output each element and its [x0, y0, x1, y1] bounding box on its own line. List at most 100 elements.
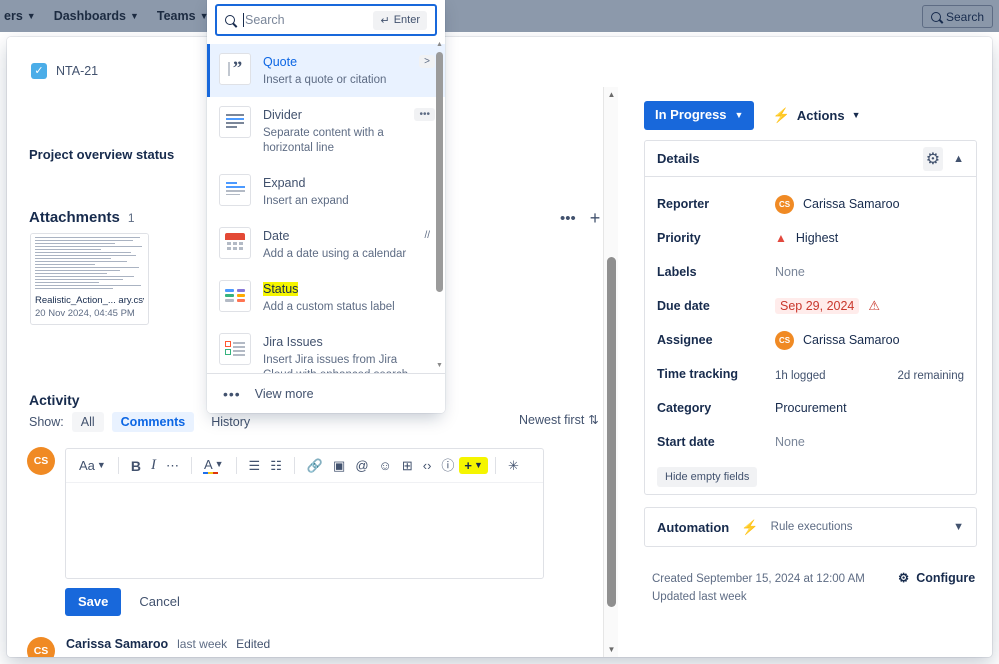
issue-type-check-icon: ✓ — [31, 63, 47, 79]
emoji-button[interactable]: ☺ — [374, 457, 397, 474]
main-scrollbar[interactable]: ▲ ▼ — [603, 87, 618, 657]
chevron-up-icon[interactable]: ▲ — [953, 153, 964, 165]
menu-item-title: Expand — [263, 176, 305, 190]
field-label: Reporter — [657, 197, 775, 211]
insert-menu-scrollbar[interactable]: ▲ ▼ — [435, 40, 444, 370]
quote-icon: ” — [219, 53, 251, 85]
field-due-date: Due date Sep 29, 2024 ⚠ — [657, 289, 964, 323]
menu-item-date[interactable]: Date Add a date using a calendar // — [207, 218, 445, 271]
scrollbar-thumb[interactable] — [607, 257, 616, 607]
text-style-button[interactable]: Aa ▼ — [74, 457, 111, 474]
scroll-up-arrow-icon[interactable]: ▲ — [435, 40, 444, 49]
menu-item-divider[interactable]: Divider Separate content with a horizont… — [207, 97, 445, 165]
jira-issues-icon — [219, 333, 251, 365]
menu-item-description: Add a date using a calendar — [263, 247, 407, 262]
nav-item-dashboards[interactable]: Dashboards ▼ — [45, 9, 148, 23]
status-label: In Progress — [655, 108, 727, 123]
activity-filter-history[interactable]: History — [202, 412, 259, 432]
field-value[interactable]: CS Carissa Samaroo — [775, 195, 900, 214]
nav-item-2-label: Teams — [157, 9, 196, 23]
scrollbar-thumb[interactable] — [436, 52, 443, 292]
text-color-label: A — [204, 458, 213, 471]
field-value[interactable]: None — [775, 435, 805, 449]
field-value[interactable]: Procurement — [775, 401, 847, 415]
field-assignee: Assignee CS Carissa Samaroo — [657, 323, 964, 357]
numbered-list-button[interactable]: ☷ — [265, 457, 287, 474]
configure-button[interactable]: ⚙ Configure — [898, 570, 975, 585]
scroll-up-arrow-icon[interactable]: ▲ — [604, 87, 619, 102]
activity-filter-comments[interactable]: Comments — [112, 412, 195, 432]
insert-menu-footer[interactable]: ••• View more — [207, 373, 445, 413]
clean-formatting-button[interactable]: ✳ — [503, 457, 524, 474]
divider — [191, 457, 192, 474]
menu-item-status[interactable]: Status Add a custom status label — [207, 271, 445, 324]
bold-button[interactable]: B — [126, 457, 146, 475]
info-panel-button[interactable]: ⓘ — [436, 457, 459, 474]
time-tracking-widget[interactable]: 1h logged 2d remaining — [775, 366, 964, 382]
menu-item-description: Insert an expand — [263, 194, 413, 209]
save-button[interactable]: Save — [65, 588, 121, 616]
status-icon — [219, 280, 251, 312]
search-input[interactable]: Search — [243, 13, 365, 27]
menu-item-description: Add a custom status label — [263, 300, 413, 315]
menu-item-expand[interactable]: Expand Insert an expand — [207, 165, 445, 218]
cancel-button[interactable]: Cancel — [135, 588, 183, 615]
scroll-down-arrow-icon[interactable]: ▼ — [435, 361, 444, 370]
automation-card[interactable]: Automation ⚡ Rule executions ▼ — [644, 507, 977, 547]
automation-title: Automation — [657, 520, 729, 535]
insert-menu-search[interactable]: Search ↵ Enter — [215, 4, 437, 36]
table-button[interactable]: ⊞ — [397, 457, 418, 474]
date-icon — [219, 227, 251, 259]
attachments-count: 1 — [128, 211, 135, 225]
scroll-down-arrow-icon[interactable]: ▼ — [604, 642, 619, 657]
breadcrumb[interactable]: ✓ NTA-21 — [31, 63, 98, 79]
mention-button[interactable]: @ — [350, 457, 373, 474]
more-formatting-button[interactable]: ⋯ — [161, 457, 184, 474]
attachments-more-icon[interactable]: ••• — [560, 211, 576, 226]
field-value[interactable]: CS Carissa Samaroo — [775, 331, 900, 350]
field-value[interactable]: ▲ Highest — [775, 231, 838, 245]
global-search-box[interactable]: Search — [922, 5, 993, 28]
details-card-header: Details ⚙ ▲ — [645, 141, 976, 177]
enter-shortcut-chip: ↵ Enter — [373, 11, 427, 30]
updated-text: Updated last week — [652, 589, 865, 607]
field-value[interactable]: None — [775, 265, 805, 279]
hide-empty-fields-button[interactable]: Hide empty fields — [657, 467, 757, 487]
comment-input[interactable] — [66, 483, 543, 578]
issue-key[interactable]: NTA-21 — [56, 64, 98, 78]
menu-item-quote[interactable]: ” Quote Insert a quote or citation > — [207, 44, 445, 97]
status-dropdown-button[interactable]: In Progress ▼ — [644, 101, 754, 130]
text-color-button[interactable]: A ▼ — [199, 456, 229, 475]
attachments-add-icon[interactable]: + — [590, 209, 601, 227]
code-button[interactable]: ‹› — [418, 457, 437, 474]
field-start-date: Start date None — [657, 425, 964, 459]
link-button[interactable]: 🔗 — [302, 457, 328, 474]
menu-item-title: Date — [263, 229, 289, 243]
divider — [236, 457, 237, 474]
details-field-list: Reporter CS Carissa Samaroo Priority ▲ H… — [645, 177, 976, 459]
attachment-card[interactable]: Realistic_Action_... ary.csv 20 Nov 2024… — [30, 233, 149, 325]
attachment-meta: Realistic_Action_... ary.csv 20 Nov 2024… — [31, 293, 148, 319]
actions-button[interactable]: ⚡ Actions ▼ — [772, 107, 860, 124]
attachment-file-date: 20 Nov 2024, 04:45 PM — [35, 308, 144, 319]
nav-item-0-label: ers — [4, 9, 23, 23]
field-value[interactable]: Sep 29, 2024 ⚠ — [775, 298, 880, 314]
activity-sort-button[interactable]: Newest first ⇅ — [519, 412, 599, 427]
image-button[interactable]: ▣ — [328, 457, 350, 474]
attachments-title: Attachments — [29, 209, 120, 226]
chevron-down-icon: ▼ — [852, 111, 861, 120]
bullet-list-button[interactable]: ☰ — [244, 457, 266, 474]
menu-item-title: Jira Issues — [263, 335, 323, 349]
insert-more-button[interactable]: + ▼ — [459, 457, 488, 474]
italic-button[interactable]: I — [146, 456, 161, 475]
activity-filter-all[interactable]: All — [72, 412, 104, 432]
menu-item-description: Separate content with a horizontal line — [263, 126, 402, 156]
nav-item-0[interactable]: ers ▼ — [0, 9, 45, 23]
gear-icon[interactable]: ⚙ — [923, 147, 943, 171]
comment-author[interactable]: Carissa Samaroo — [66, 637, 168, 651]
field-label: Category — [657, 401, 775, 415]
chevron-down-icon[interactable]: ▼ — [953, 521, 964, 533]
comment-editor[interactable]: Aa ▼ B I ⋯ A ▼ ☰ ☷ 🔗 — [65, 448, 544, 579]
avatar: CS — [775, 195, 794, 214]
avatar: CS — [27, 637, 55, 657]
